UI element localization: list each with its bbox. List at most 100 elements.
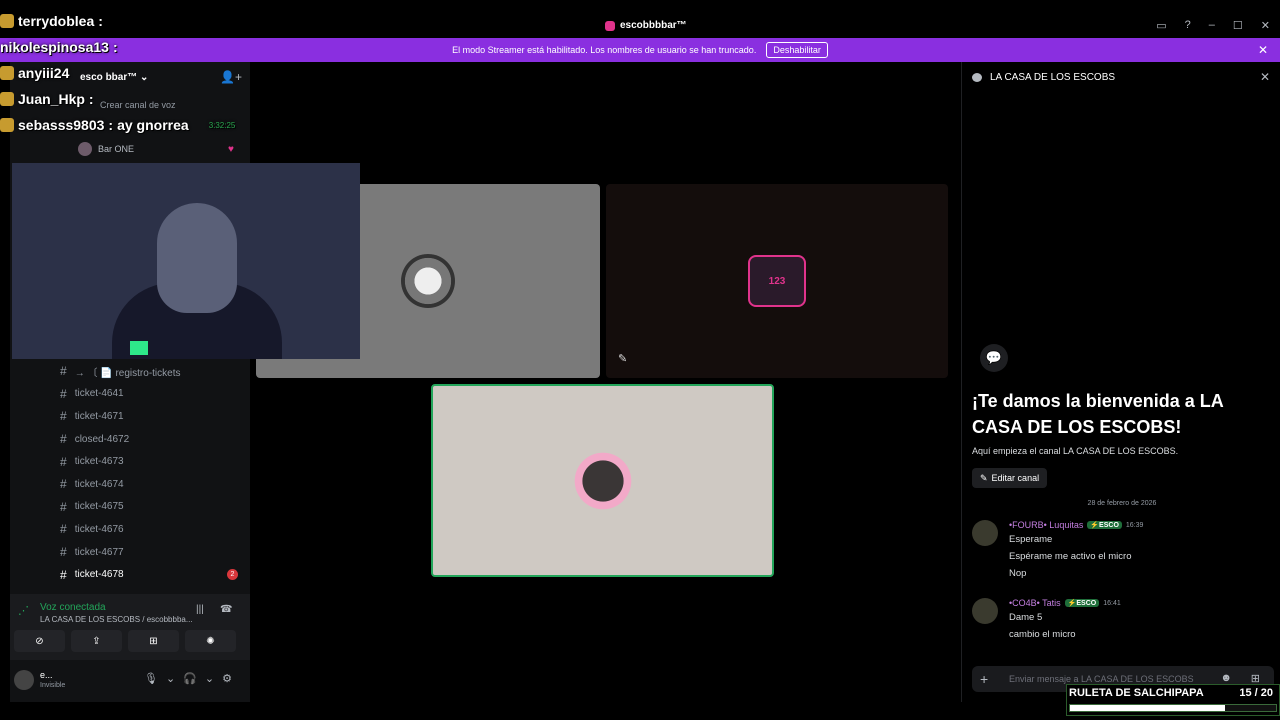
avatar [78, 142, 92, 156]
heart-icon: ♥ [228, 143, 234, 155]
disconnect-icon[interactable]: ☎ [220, 604, 232, 615]
activities-button[interactable]: ⊞ [128, 630, 179, 652]
headphones-icon[interactable]: 🎧 [183, 672, 197, 685]
participant-tile-speaking[interactable] [431, 384, 774, 577]
disable-streamer-button[interactable]: Deshabilitar [766, 42, 828, 58]
help-icon[interactable]: ? [1185, 19, 1191, 32]
voice-user-bar-one[interactable]: Bar ONE ♥ [78, 142, 234, 156]
chevron-down-icon[interactable]: ⌄ [166, 672, 175, 685]
chat-message: anyiii24 [0, 60, 260, 86]
emoji-icon[interactable]: ☻ [1220, 672, 1232, 684]
ruleta-label: RULETA DE SALCHIPAPA [1069, 687, 1204, 699]
channel-item[interactable]: # ticket-4673 [10, 450, 250, 473]
signal-icon: ⋰ [18, 605, 29, 617]
badge-icon [0, 14, 14, 28]
noise-suppression-icon[interactable]: ||| [196, 604, 204, 615]
hash-icon: # [60, 567, 67, 582]
avatar[interactable] [14, 670, 34, 690]
server-badge-icon [605, 20, 615, 31]
hash-icon: # [60, 545, 67, 560]
server-tag: ⚡ESCO [1064, 599, 1100, 607]
plus-icon[interactable]: + [980, 671, 988, 687]
message-text: Dame 5 [1009, 612, 1043, 623]
edit-channel-button[interactable]: ✎ Editar canal [972, 468, 1048, 488]
hash-icon: # [60, 409, 67, 424]
close-icon[interactable]: ✕ [1260, 70, 1270, 84]
streamer-message: El modo Streamer está habilitado. Los no… [452, 45, 757, 55]
server-rail [0, 62, 10, 702]
webcam-overlay [12, 163, 360, 359]
ruleta-count: 15 / 20 [1239, 687, 1273, 699]
channel-item[interactable]: # closed-4672 [10, 428, 250, 451]
ruleta-progress-fill [1070, 705, 1225, 711]
badge-icon [0, 118, 14, 132]
voice-stage: 123 ✎ [250, 62, 955, 702]
hash-icon: # [60, 364, 67, 379]
soundboard-button[interactable]: ✺ [185, 630, 236, 652]
chat-bubble-icon [972, 73, 982, 82]
logo-avatar: 123 [748, 255, 806, 307]
window-controls: ▭ ? – ☐ ✕ [1156, 19, 1270, 32]
dog-avatar [401, 254, 455, 308]
hash-icon: # [60, 477, 67, 492]
chat-message: terrydoblea: [0, 8, 260, 34]
welcome-title: ¡Te damos la bienvenida a LA CASA DE LOS… [972, 391, 1224, 438]
channel-item[interactable]: # → 〔 📄 registro-tickets [10, 360, 250, 383]
voice-channel-name[interactable]: LA CASA DE LOS ESCOBS / escobbbba... [40, 615, 193, 624]
channel-item[interactable]: # ticket-4676 [10, 518, 250, 541]
user-name: e... [40, 670, 53, 680]
message-placeholder: Enviar mensaje a LA CASA DE LOS ESCOBS [1009, 674, 1194, 684]
channel-item[interactable]: # ticket-4641 [10, 383, 250, 406]
message-text: cambio el micro [1009, 629, 1076, 640]
muted-icon: ✎ [618, 353, 628, 365]
date-divider: 28 de febrero de 2026 [1087, 500, 1157, 507]
camera-button[interactable]: ⊘ [14, 630, 65, 652]
hash-icon: # [60, 432, 67, 447]
maximize-button[interactable]: ☐ [1233, 19, 1243, 32]
channel-chat-panel: LA CASA DE LOS ESCOBS ✕ 💬 ¡Te damos la b… [961, 62, 1280, 702]
chat-panel-header: LA CASA DE LOS ESCOBS [972, 72, 1115, 83]
channel-item[interactable]: # ticket-4677 [10, 541, 250, 564]
avatar[interactable] [972, 598, 998, 624]
welcome-subtitle: Aquí empieza el canal LA CASA DE LOS ESC… [972, 446, 1179, 456]
user-controls: 🎙 ⌄ 🎧 ⌄ ⚙ [144, 672, 232, 685]
channel-item[interactable]: # ticket-4674 [10, 473, 250, 496]
avatar[interactable] [972, 520, 998, 546]
webcam-person-face [157, 203, 237, 313]
unread-badge: 2 [227, 569, 238, 581]
channel-item[interactable]: # ticket-4671 [10, 405, 250, 428]
webcam-green-object [130, 341, 148, 355]
channel-item-active[interactable]: # ticket-4678 2 [10, 563, 250, 586]
minimize-button[interactable]: – [1209, 19, 1215, 32]
voice-connection-panel: ⋰ Voz conectada LA CASA DE LOS ESCOBS / … [10, 594, 250, 660]
close-window-button[interactable]: ✕ [1261, 19, 1270, 32]
participant-tile[interactable]: 123 [606, 184, 948, 378]
gear-icon[interactable]: ⚙ [222, 672, 232, 685]
chat-message: sebasss9803: ay gnorrea 3:32:25 [0, 112, 260, 138]
close-icon[interactable]: ✕ [1258, 43, 1268, 57]
channel-item[interactable]: # ticket-4675 [10, 496, 250, 519]
user-status: Invisible [40, 682, 66, 689]
message-time: 16:39 [1125, 521, 1144, 529]
server-tag: ⚡ESCO [1087, 521, 1122, 529]
ruleta-progress-overlay: RULETA DE SALCHIPAPA 15 / 20 [1066, 684, 1280, 716]
screen-share-button[interactable]: ⇪ [71, 630, 122, 652]
microphone-icon[interactable]: 🎙 [144, 672, 158, 685]
message-time: 16:41 [1103, 599, 1121, 607]
message-text: Nop [1009, 568, 1027, 579]
user-panel: e... Invisible 🎙 ⌄ 🎧 ⌄ ⚙ [10, 662, 250, 702]
voice-status: Voz conectada [40, 602, 106, 613]
window-title: escobbbbar™ [605, 20, 687, 31]
author-name[interactable]: •FOURB• Luquitas [1009, 520, 1083, 530]
chat-bubble-icon: 💬 [980, 344, 1008, 372]
inbox-icon[interactable]: ▭ [1156, 19, 1166, 32]
ruleta-progress-track [1069, 704, 1277, 712]
chevron-down-icon[interactable]: ⌄ [205, 672, 214, 685]
stream-chat-overlay: terrydoblea: nikolespinosa13: anyiii24 J… [0, 8, 260, 138]
chat-message: Juan_Hkp: [0, 86, 260, 112]
badge-icon [0, 66, 14, 80]
hash-icon: # [60, 386, 67, 401]
message-header: •FOURB• Luquitas ⚡ESCO 16:39 [1009, 520, 1143, 530]
author-name[interactable]: •CO4B• Tatis [1009, 598, 1061, 608]
heart-avatar [570, 448, 635, 513]
